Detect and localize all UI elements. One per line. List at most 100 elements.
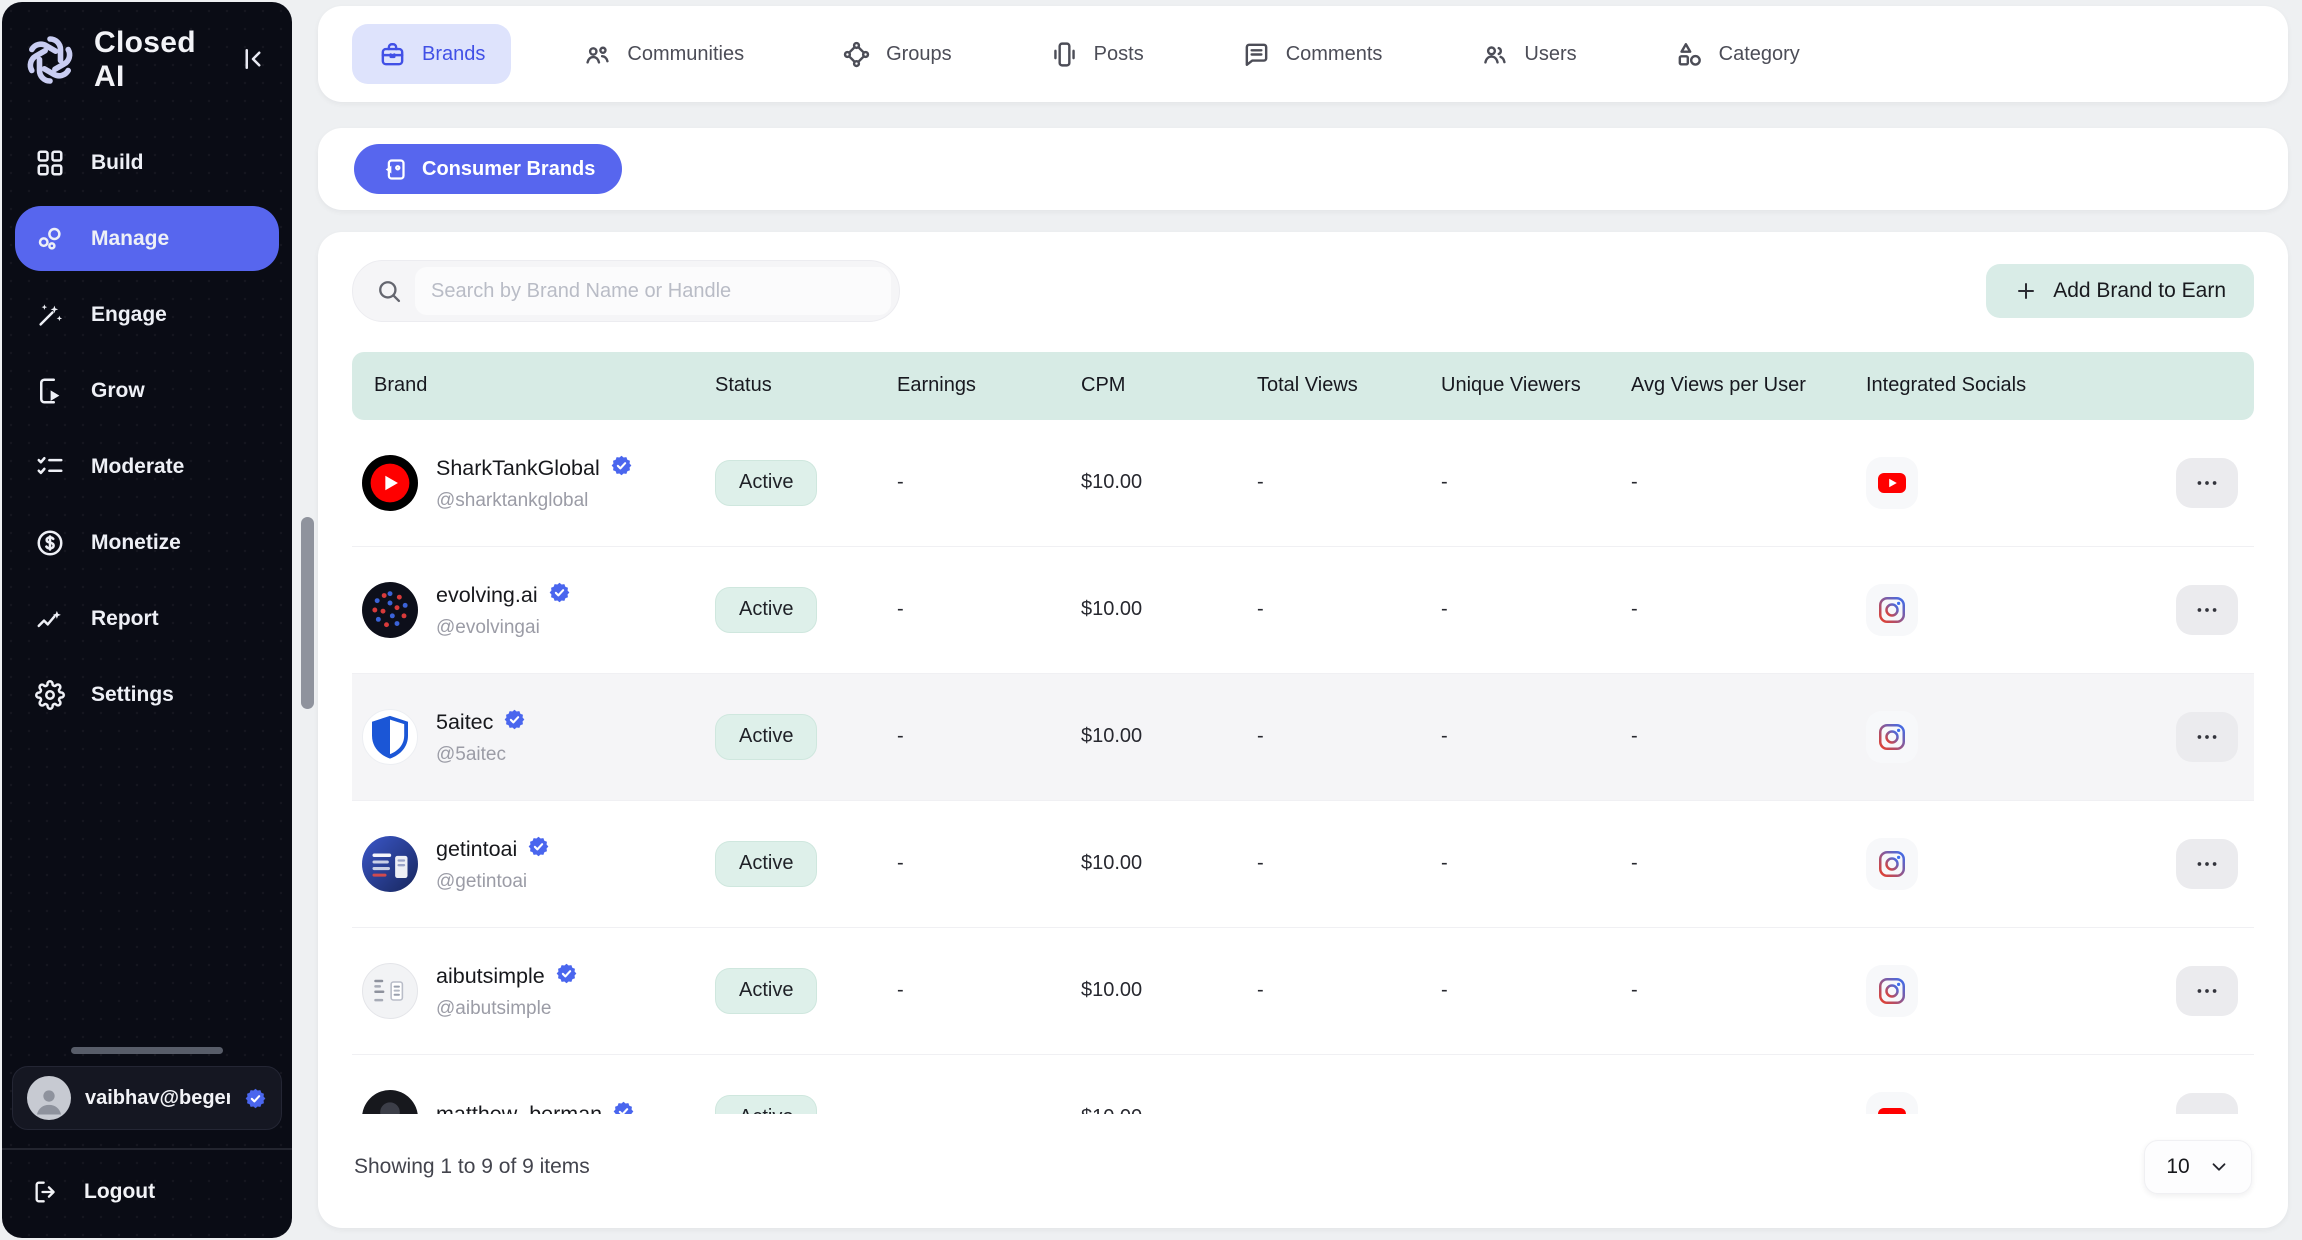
earnings-value: - [879,1106,1063,1114]
mobile-icon [1050,40,1079,69]
user-avatar-icon [27,1076,71,1120]
cpm-value: $10.00 [1063,598,1239,621]
column-header-brand: Brand [352,374,697,397]
verified-badge-icon [612,1100,635,1114]
sidebar-item-build[interactable]: Build [15,130,279,195]
avg-views-value: - [1613,598,1848,621]
sidebar-item-manage[interactable]: Manage [15,206,279,271]
table-toolbar: Add Brand to Earn [352,260,2254,322]
app-title: Closed AI [94,26,220,94]
verified-badge-icon [503,708,526,737]
tab-category[interactable]: Category [1649,24,1826,84]
sidebar-item-grow[interactable]: Grow [15,358,279,423]
cpm-value: $10.00 [1063,1106,1239,1114]
brand-name: matthew_berman [436,1102,602,1114]
tab-bar: Brands Communities Groups Posts Comments… [318,6,2288,102]
sidebar-item-moderate[interactable]: Moderate [15,434,279,499]
tab-communities[interactable]: Communities [557,24,770,84]
youtube-icon [1866,1092,1918,1114]
sidebar-item-engage[interactable]: Engage [15,282,279,347]
user-chip[interactable]: vaibhav@begenu... [12,1066,282,1130]
avg-views-value: - [1613,1106,1848,1114]
add-brand-button[interactable]: Add Brand to Earn [1986,264,2254,318]
sidebar-footer: vaibhav@begenu... Logout [2,1047,292,1238]
verified-badge-icon [610,454,633,483]
table-row-5aitec[interactable]: 5aitec @5aitec Active - $10.00 - - - [352,674,2254,801]
nodes-icon [842,40,871,69]
instagram-icon [1866,965,1918,1017]
row-actions-button[interactable] [2176,458,2238,508]
cpm-value: $10.00 [1063,725,1239,748]
row-actions-button[interactable] [2176,966,2238,1016]
search-icon [375,277,403,305]
row-actions-button[interactable] [2176,585,2238,635]
sidebar-item-monetize[interactable]: Monetize [15,510,279,575]
sidebar-collapse-button[interactable] [236,43,270,77]
blue-shield-avatar [362,709,418,765]
sidebar-item-report[interactable]: Report [15,586,279,651]
sidebar-resize-handle[interactable] [71,1047,223,1054]
row-actions-button[interactable] [2176,1093,2238,1114]
row-actions-button[interactable] [2176,712,2238,762]
sidebar: Closed AI Build Manage Engage Grow Moder… [2,2,292,1238]
column-header-status: Status [697,374,879,397]
column-header-earnings: Earnings [879,374,1063,397]
filter-bar: Consumer Brands [318,128,2288,210]
unique-viewers-value: - [1423,725,1613,748]
plus-icon [2014,279,2038,303]
checklist-icon [35,452,65,482]
tab-comments[interactable]: Comments [1216,24,1409,84]
tab-posts[interactable]: Posts [1024,24,1170,84]
consumer-brands-label: Consumer Brands [422,158,595,181]
row-actions-button[interactable] [2176,839,2238,889]
total-views-value: - [1239,598,1423,621]
status-badge: Active [715,1095,817,1114]
page-size-value: 10 [2166,1155,2189,1179]
table-row-evolving-ai[interactable]: evolving.ai @evolvingai Active - $10.00 … [352,547,2254,674]
table-row-getintoai[interactable]: getintoai @getintoai Active - $10.00 - -… [352,801,2254,928]
logout-button[interactable]: Logout [2,1150,185,1238]
status-badge: Active [715,460,817,506]
column-header-integrated-socials: Integrated Socials [1848,374,2078,397]
blue-card-avatar [362,836,418,892]
brand-handle: @sharktankglobal [436,490,633,512]
tab-users[interactable]: Users [1454,24,1602,84]
unique-viewers-value: - [1423,1106,1613,1114]
instagram-icon [1866,711,1918,763]
table-row-sharktankglobal[interactable]: SharkTankGlobal @sharktankglobal Active … [352,420,2254,547]
scrollbar-thumb[interactable] [301,517,314,709]
tab-groups[interactable]: Groups [816,24,978,84]
phone-play-icon [35,376,65,406]
search-input[interactable] [431,280,875,303]
unique-viewers-value: - [1423,852,1613,875]
unique-viewers-value: - [1423,979,1613,1002]
grid-icon [35,148,65,178]
brand-handle: @5aitec [436,744,526,766]
brand-name: getintoai [436,837,517,862]
add-brand-label: Add Brand to Earn [2053,279,2226,303]
total-views-value: - [1239,725,1423,748]
table-header: BrandStatusEarningsCPMTotal ViewsUnique … [352,352,2254,420]
table-row-aibutsimple[interactable]: aibutsimple @aibutsimple Active - $10.00… [352,928,2254,1055]
earnings-value: - [879,979,1063,1002]
instagram-icon [1866,838,1918,890]
earnings-value: - [879,598,1063,621]
total-views-value: - [1239,1106,1423,1114]
unique-viewers-value: - [1423,598,1613,621]
bubbles-icon [35,224,65,254]
earnings-value: - [879,852,1063,875]
tab-brands[interactable]: Brands [352,24,511,84]
brand-handle: @aibutsimple [436,998,578,1020]
consumer-brands-button[interactable]: Consumer Brands [354,144,622,194]
verified-badge-icon [555,962,578,991]
dark-dots-avatar [362,582,418,638]
sidebar-item-settings[interactable]: Settings [15,662,279,727]
chevron-down-icon [2208,1156,2230,1178]
page-size-select[interactable]: 10 [2144,1140,2252,1194]
cpm-value: $10.00 [1063,979,1239,1002]
sidebar-nav: Build Manage Engage Grow Moderate Moneti… [2,130,292,727]
table-row-matthew-berman[interactable]: matthew_berman Active - $10.00 - - - [352,1055,2254,1114]
closed-ai-logo-icon [22,32,78,88]
avg-views-value: - [1613,725,1848,748]
verified-badge-icon [244,1087,267,1110]
